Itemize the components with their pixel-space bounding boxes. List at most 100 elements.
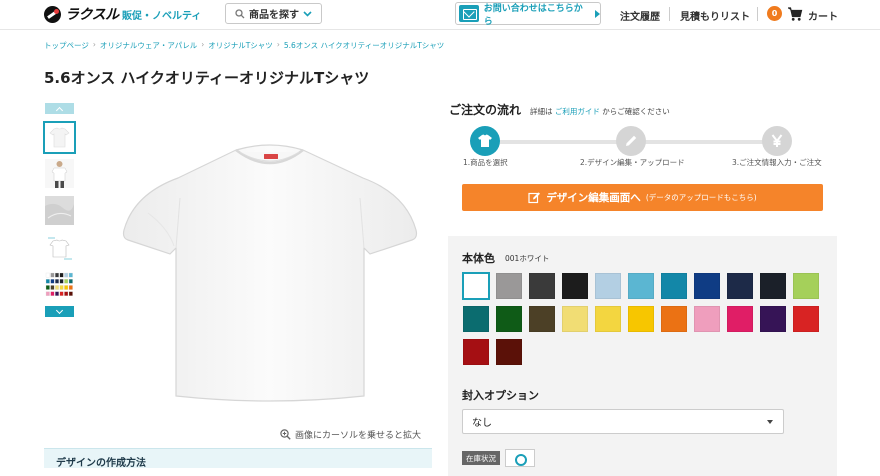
color-swatch[interactable]: [595, 273, 621, 299]
chevron-down-icon: [55, 306, 64, 314]
color-swatch[interactable]: [760, 306, 786, 332]
tshirt-front-thumbnail: [49, 127, 70, 148]
page-title: 5.6オンス ハイクオリティーオリジナルTシャツ: [44, 69, 370, 87]
order-flow-note: 詳細は ご利用ガイド からご確認ください: [530, 106, 670, 117]
logo[interactable]: ラクスル: [44, 5, 119, 23]
color-swatch[interactable]: [496, 273, 522, 299]
color-swatch[interactable]: [727, 306, 753, 332]
pencil-icon: [626, 135, 637, 146]
site-header: ラクスル 販促・ノベルティ 商品を探す お問い合わせはこちらから 注文履歴 見積…: [0, 0, 880, 30]
chevron-up-icon: [55, 106, 64, 114]
breadcrumb-separator-icon: ›: [276, 40, 280, 49]
breadcrumb-item[interactable]: オリジナルウェア・アパレル: [100, 40, 197, 51]
thumbnail-size-chart[interactable]: [45, 233, 74, 262]
tshirt-icon: [478, 134, 492, 147]
cart-icon[interactable]: [787, 6, 803, 22]
zoom-hint: 画像にカーソルを乗せると拡大: [280, 428, 421, 441]
promo-novelty-link[interactable]: 販促・ノベルティ: [122, 7, 201, 22]
breadcrumb-separator-icon: ›: [92, 40, 96, 49]
contact-button[interactable]: お問い合わせはこちらから: [455, 2, 601, 27]
color-swatch[interactable]: [694, 273, 720, 299]
color-swatch[interactable]: [562, 306, 588, 332]
color-swatch[interactable]: [463, 306, 489, 332]
breadcrumb-item[interactable]: オリジナルTシャツ: [208, 40, 273, 51]
logo-mark-icon: [44, 5, 61, 23]
step-3-circle: [762, 126, 792, 156]
step-3-label: 3.ご注文情報入力・ご注文: [732, 158, 822, 167]
cart-count-badge: 0: [767, 6, 782, 21]
insert-option-select[interactable]: なし: [462, 409, 784, 434]
header-divider: [669, 7, 670, 21]
color-swatch[interactable]: [628, 273, 654, 299]
color-swatch[interactable]: [628, 306, 654, 332]
body-color-label: 本体色: [462, 252, 495, 265]
contact-label: お問い合わせはこちらから: [483, 3, 583, 27]
color-swatch[interactable]: [793, 273, 819, 299]
thumbnail-color-variants[interactable]: [45, 270, 74, 299]
design-editor-sub: (データのアップロードもこちら): [645, 193, 757, 202]
zoom-icon: [280, 429, 291, 440]
mail-icon: [459, 5, 479, 22]
arrow-right-icon: [595, 9, 600, 18]
color-swatch[interactable]: [562, 273, 588, 299]
stock-check-button[interactable]: [505, 449, 535, 467]
thumbnail-scroll-up-button[interactable]: [45, 103, 74, 114]
order-history-link[interactable]: 注文履歴: [620, 8, 660, 23]
step-2-label: 2.デザイン編集・アップロード: [580, 158, 685, 167]
design-editor-label: デザイン編集画面へ: [546, 192, 641, 204]
color-swatch[interactable]: [463, 339, 489, 365]
chevron-down-icon: [303, 10, 312, 17]
color-swatch[interactable]: [793, 306, 819, 332]
step-1-label: 1.商品を選択: [463, 158, 508, 167]
design-editor-button[interactable]: デザイン編集画面へ (データのアップロードもこちら): [462, 184, 823, 211]
order-flow-note-suffix: からご確認ください: [602, 107, 670, 116]
search-icon: [235, 8, 245, 18]
yen-icon: [771, 134, 783, 147]
thumbnail-model[interactable]: [45, 159, 74, 188]
breadcrumb: トップページ › オリジナルウェア・アパレル › オリジナルTシャツ › 5.6…: [44, 40, 444, 51]
order-flow-note-prefix: 詳細は: [530, 107, 553, 116]
cart-link[interactable]: カート: [808, 8, 838, 23]
step-1-circle: [470, 126, 500, 156]
thumbnail-front[interactable]: [43, 121, 76, 154]
zoom-hint-text: 画像にカーソルを乗せると拡大: [295, 431, 422, 441]
color-swatch[interactable]: [462, 272, 490, 300]
insert-option-label: 封入オプション: [462, 389, 539, 402]
howto-title: デザインの作成方法: [56, 458, 146, 469]
product-search-button[interactable]: 商品を探す: [225, 3, 322, 24]
color-swatch[interactable]: [661, 273, 687, 299]
user-guide-link[interactable]: ご利用ガイド: [555, 107, 600, 116]
search-button-label: 商品を探す: [249, 10, 299, 21]
selected-color-name: 001ホワイト: [505, 254, 550, 263]
logo-text: ラクスル: [65, 7, 119, 23]
color-swatch[interactable]: [661, 306, 687, 332]
flow-connector: [645, 140, 777, 144]
color-swatch[interactable]: [727, 273, 753, 299]
header-divider: [757, 7, 758, 21]
color-swatch[interactable]: [496, 339, 522, 365]
color-swatch[interactable]: [595, 306, 621, 332]
caret-down-icon: [767, 420, 773, 424]
shirt-tag: [264, 154, 278, 159]
product-main-image[interactable]: [118, 138, 423, 403]
color-swatch[interactable]: [760, 273, 786, 299]
color-swatch[interactable]: [694, 306, 720, 332]
breadcrumb-item[interactable]: トップページ: [44, 40, 89, 51]
color-swatch[interactable]: [496, 306, 522, 332]
size-chart-thumbnail: [45, 233, 74, 262]
color-variants-thumbnail: [45, 272, 73, 296]
breadcrumb-separator-icon: ›: [201, 40, 205, 49]
model-thumbnail: [45, 159, 74, 188]
insert-option-value: なし: [472, 418, 492, 429]
thumbnail-fabric[interactable]: [45, 196, 74, 225]
color-swatch[interactable]: [529, 306, 555, 332]
fabric-thumbnail: [45, 196, 74, 225]
flow-connector: [500, 140, 631, 144]
color-swatch[interactable]: [529, 273, 555, 299]
breadcrumb-item[interactable]: 5.6オンス ハイクオリティーオリジナルTシャツ: [284, 40, 445, 51]
estimate-list-link[interactable]: 見積もりリスト: [680, 8, 750, 23]
search-icon: [515, 454, 527, 466]
step-2-circle: [616, 126, 646, 156]
order-flow-title: ご注文の流れ: [449, 103, 522, 117]
thumbnail-scroll-down-button[interactable]: [45, 306, 74, 317]
